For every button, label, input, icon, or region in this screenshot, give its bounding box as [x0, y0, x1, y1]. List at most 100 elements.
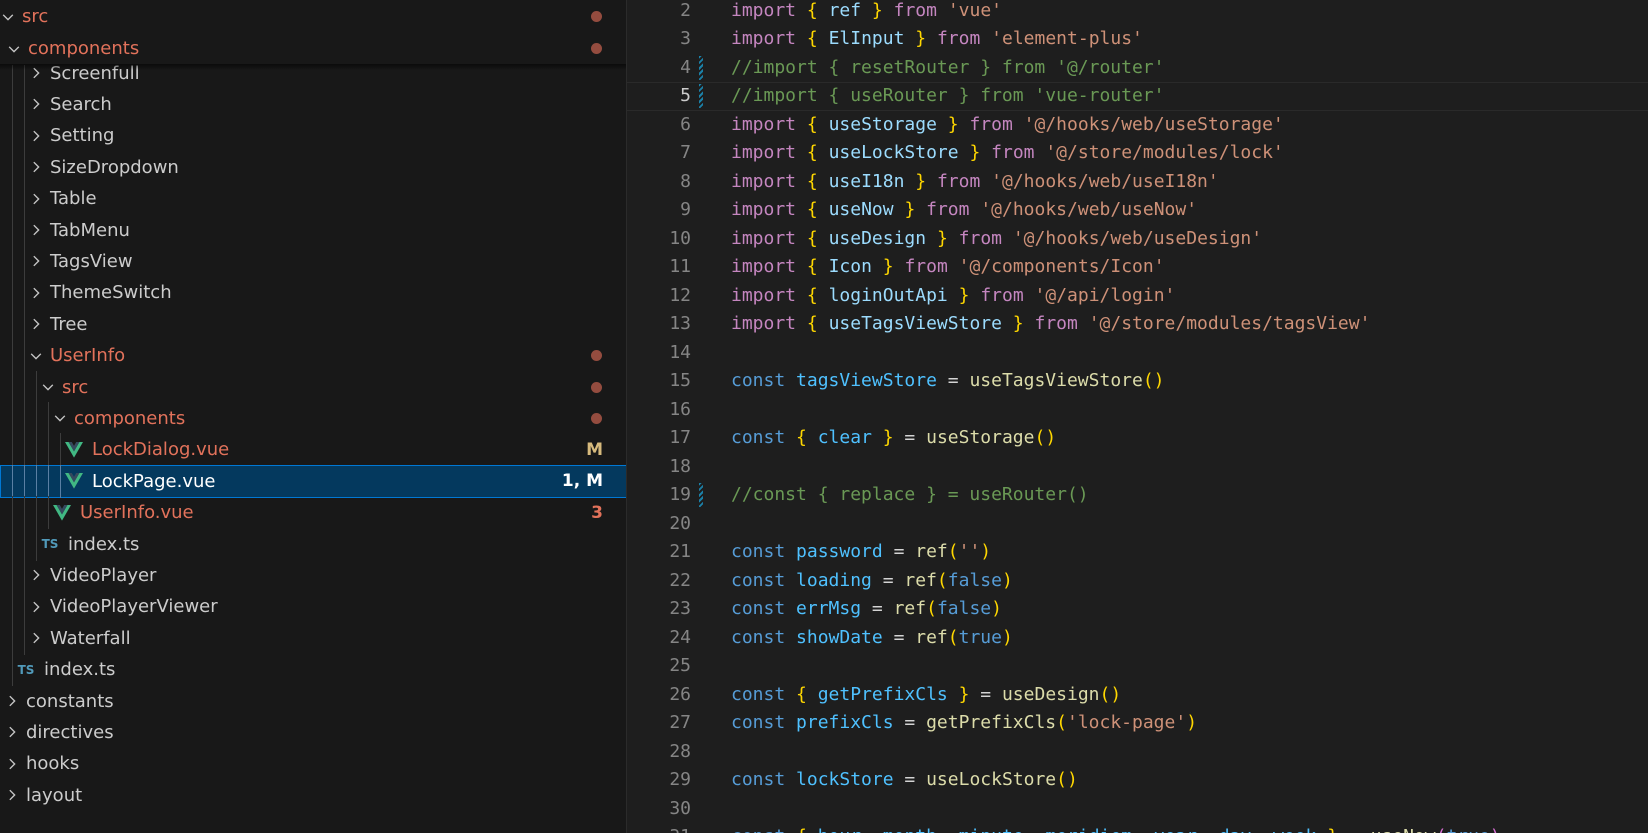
explorer-file-row[interactable]: LockDialog.vue M [0, 433, 626, 467]
code-token: loading [796, 569, 872, 591]
explorer-folder-row[interactable]: VideoPlayerViewer [0, 590, 626, 624]
explorer-file-row[interactable]: UserInfo.vue 3 [0, 496, 626, 530]
chevron-right-icon[interactable] [28, 253, 44, 269]
chevron-right-icon[interactable] [28, 222, 44, 238]
code-line[interactable]: 25 [627, 652, 1648, 681]
explorer-folder-row[interactable]: directives [0, 716, 626, 749]
vue-file-icon [64, 473, 84, 489]
code-line[interactable]: 17 const { clear } = useStorage() [627, 424, 1648, 453]
code-line[interactable]: 27 const prefixCls = getPrefixCls('lock-p… [627, 709, 1648, 738]
chevron-right-icon[interactable] [4, 756, 20, 772]
code-line[interactable]: 9 import { useNow } from '@/hooks/web/use… [627, 196, 1648, 225]
code-line[interactable]: 14 [627, 339, 1648, 368]
code-line[interactable]: 26 const { getPrefixCls } = useDesign() [627, 681, 1648, 710]
code-line[interactable]: 29 const lockStore = useLockStore() [627, 766, 1648, 795]
git-change-gutter-marker[interactable] [699, 84, 703, 108]
chevron-right-icon[interactable] [28, 159, 44, 175]
explorer-folder-row[interactable]: constants [0, 685, 626, 718]
chevron-right-icon[interactable] [28, 316, 44, 332]
line-number: 17 [669, 427, 691, 448]
code-line[interactable]: 24 const showDate = ref(true) [627, 624, 1648, 653]
chevron-right-icon[interactable] [28, 65, 44, 81]
chevron-right-icon[interactable] [28, 128, 44, 144]
chevron-right-icon[interactable] [4, 693, 20, 709]
chevron-down-icon[interactable] [0, 9, 16, 25]
code-line[interactable]: 23 const errMsg = ref(false) [627, 595, 1648, 624]
code-line[interactable]: 30 [627, 795, 1648, 824]
explorer-folder-row[interactable]: Search [0, 87, 626, 121]
explorer-folder-row[interactable]: TagsView [0, 244, 626, 278]
explorer-folder-row[interactable]: VideoPlayer [0, 558, 626, 592]
explorer-folder-row[interactable]: hooks [0, 747, 626, 780]
explorer-item-label: VideoPlayerViewer [50, 596, 218, 618]
chevron-down-icon[interactable] [6, 41, 22, 57]
chevron-right-icon[interactable] [28, 599, 44, 615]
code-line[interactable]: 31 const { hour, month, minute, meridiem,… [627, 823, 1648, 833]
code-line[interactable]: 13 import { useTagsViewStore } from '@/st… [627, 310, 1648, 339]
code-line[interactable]: 2 import { ref } from 'vue' [627, 0, 1648, 25]
code-line[interactable]: 16 [627, 396, 1648, 425]
code-token: getPrefixCls [817, 683, 948, 705]
code-text: import { useTagsViewStore } from '@/stor… [731, 310, 1370, 339]
code-line[interactable]: 3 import { ElInput } from 'element-plus' [627, 25, 1648, 54]
code-line[interactable]: 11 import { Icon } from '@/components/Ico… [627, 253, 1648, 282]
code-line[interactable]: 8 import { useI18n } from '@/hooks/web/us… [627, 168, 1648, 197]
explorer-folder-row[interactable]: ThemeSwitch [0, 276, 626, 310]
code-editor[interactable]: 2 import { ref } from 'vue' 3 import { ElIn… [627, 0, 1648, 833]
explorer-item-label: hooks [26, 753, 80, 775]
chevron-right-icon[interactable] [28, 191, 44, 207]
explorer-folder-row[interactable]: components [0, 401, 626, 435]
code-line[interactable]: 10 import { useDesign } from '@/hooks/web… [627, 225, 1648, 254]
chevron-right-icon[interactable] [4, 787, 20, 803]
code-token: = [882, 541, 916, 562]
explorer-folder-row[interactable]: src [0, 370, 626, 404]
code-line[interactable]: 19 //const { replace } = useRouter() [627, 481, 1648, 510]
code-line[interactable]: 7 import { useLockStore } from '@/store/m… [627, 139, 1648, 168]
code-line[interactable]: 21 const password = ref('') [627, 538, 1648, 567]
code-line[interactable]: 22 const loading = ref(false) [627, 567, 1648, 596]
explorer-folder-row[interactable]: Table [0, 182, 626, 216]
chevron-right-icon[interactable] [28, 630, 44, 646]
code-line[interactable]: 15 const tagsViewStore = useTagsViewStore… [627, 367, 1648, 396]
chevron-right-icon[interactable] [28, 96, 44, 112]
explorer-folder-row[interactable]: TabMenu [0, 213, 626, 247]
explorer-folder-row[interactable]: SizeDropdown [0, 150, 626, 184]
code-line[interactable]: 20 [627, 510, 1648, 539]
code-line[interactable]: 18 [627, 453, 1648, 482]
code-token: ref [828, 0, 862, 21]
git-change-gutter-marker[interactable] [699, 55, 703, 80]
code-token: = [1338, 826, 1371, 833]
code-line[interactable]: 6 import { useStorage } from '@/hooks/web… [627, 111, 1648, 140]
git-change-gutter-marker[interactable] [699, 483, 703, 507]
code-token: , [1132, 826, 1154, 833]
explorer-folder-row[interactable]: Waterfall [0, 621, 626, 655]
explorer-folder-row[interactable]: UserInfo [0, 339, 626, 373]
explorer-folder-row[interactable]: layout [0, 779, 626, 812]
chevron-down-icon[interactable] [28, 348, 44, 364]
explorer-file-row[interactable]: TS index.ts [0, 653, 626, 687]
code-line[interactable]: 5 //import { useRouter } from 'vue-router… [627, 82, 1648, 111]
code-token: () [1142, 370, 1165, 391]
indent-guide [24, 182, 25, 216]
code-line[interactable]: 12 import { loginOutApi } from '@/api/log… [627, 282, 1648, 311]
explorer-folder-row[interactable]: src [0, 0, 626, 33]
explorer-file-row[interactable]: LockPage.vue 1, M [0, 464, 626, 498]
explorer-folder-row[interactable]: components [0, 32, 626, 65]
chevron-down-icon[interactable] [52, 410, 68, 426]
code-line[interactable]: 4 //import { resetRouter } from '@/router… [627, 54, 1648, 83]
code-token: } [936, 227, 948, 249]
code-token: from [904, 256, 948, 277]
explorer-folder-row[interactable]: Setting [0, 119, 626, 153]
code-token: ElInput [828, 28, 905, 49]
explorer-folder-row[interactable]: Tree [0, 307, 626, 341]
explorer-file-row[interactable]: TS index.ts [0, 527, 626, 561]
chevron-right-icon[interactable] [28, 567, 44, 583]
chevron-down-icon[interactable] [40, 379, 56, 395]
chevron-right-icon[interactable] [28, 285, 44, 301]
code-token: } [915, 170, 927, 192]
chevron-right-icon[interactable] [4, 724, 20, 740]
code-line[interactable]: 28 [627, 738, 1648, 767]
